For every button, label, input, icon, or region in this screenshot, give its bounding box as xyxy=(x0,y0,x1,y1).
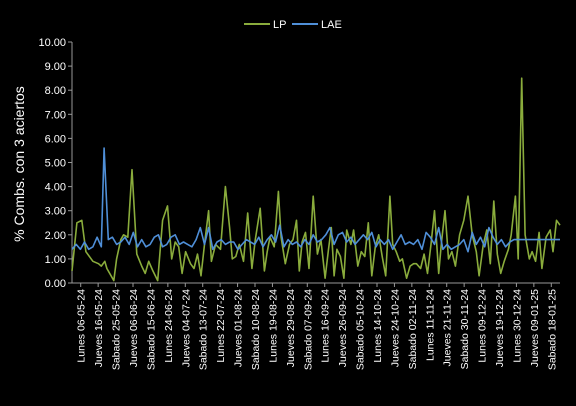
x-tick-label: Sabado 02-11-24 xyxy=(407,289,419,370)
x-tick-label: Lunes 11-11-24 xyxy=(424,289,436,361)
x-tick-label: Sabado 25-05-24 xyxy=(111,289,123,370)
line-chart: LP LAE % Combs. con 3 aciertos 0.00 1.00 2… xyxy=(0,0,576,406)
y-tick-label: 2.00 xyxy=(45,230,66,242)
y-tick-label: 8.00 xyxy=(45,85,66,97)
x-tick-label: Jueves 26-09-24 xyxy=(337,289,349,367)
x-tick-label: Lunes 14-10-24 xyxy=(372,289,384,363)
x-tick-label: Sabado 30-11-24 xyxy=(459,289,471,370)
x-tick-label: Lunes 19-08-24 xyxy=(267,289,279,363)
x-tick-label: Lunes 24-06-24 xyxy=(163,289,175,363)
x-tick-label: Sabado 07-09-24 xyxy=(302,289,314,370)
x-tick-label: Jueves 01-08-24 xyxy=(233,289,245,367)
x-tick-label: Jueves 24-10-24 xyxy=(389,289,401,367)
y-tick-label: 4.00 xyxy=(45,182,66,194)
y-axis-label: % Combs. con 3 aciertos xyxy=(11,86,27,242)
x-tick-label: Lunes 09-12-24 xyxy=(477,289,489,363)
x-tick-label: Jueves 21-11-24 xyxy=(442,289,454,367)
x-tick-label: Lunes 16-09-24 xyxy=(320,289,332,363)
y-tick-label: 1.00 xyxy=(45,254,66,266)
y-tick-label: 0.00 xyxy=(45,278,66,290)
x-tick-label: Lunes 30-12-24 xyxy=(511,289,523,363)
x-tick-label: Sabado 15-06-24 xyxy=(145,289,157,370)
x-tick-label: Sabado 18-01-25 xyxy=(546,289,558,370)
x-tick-label: Jueves 06-06-24 xyxy=(128,289,140,367)
x-tick-label: Sabado 13-07-24 xyxy=(198,289,210,370)
y-tick-label: 5.00 xyxy=(45,158,66,170)
x-tick-label: Jueves 29-08-24 xyxy=(285,289,297,367)
y-tick-label: 7.00 xyxy=(45,109,66,121)
x-tick-label: Lunes 06-05-24 xyxy=(76,289,88,363)
x-tick-label: Jueves 09-01-25 xyxy=(529,289,541,367)
legend-label-lp: LP xyxy=(273,19,286,31)
legend-label-lae: LAE xyxy=(321,19,342,31)
y-tick-label: 9.00 xyxy=(45,61,66,73)
x-tick-label: Jueves 04-07-24 xyxy=(180,289,192,367)
x-tick-label: Jueves 16-05-24 xyxy=(93,289,105,367)
x-tick-label: Lunes 22-07-24 xyxy=(215,289,227,363)
x-tick-label: Jueves 19-12-24 xyxy=(494,289,506,367)
y-tick-label: 10.00 xyxy=(38,37,66,49)
x-tick-label: Sabado 10-08-24 xyxy=(250,289,262,370)
x-tick-label: Sabado 05-10-24 xyxy=(355,289,367,370)
y-tick-label: 6.00 xyxy=(45,133,66,145)
y-tick-label: 3.00 xyxy=(45,206,66,218)
